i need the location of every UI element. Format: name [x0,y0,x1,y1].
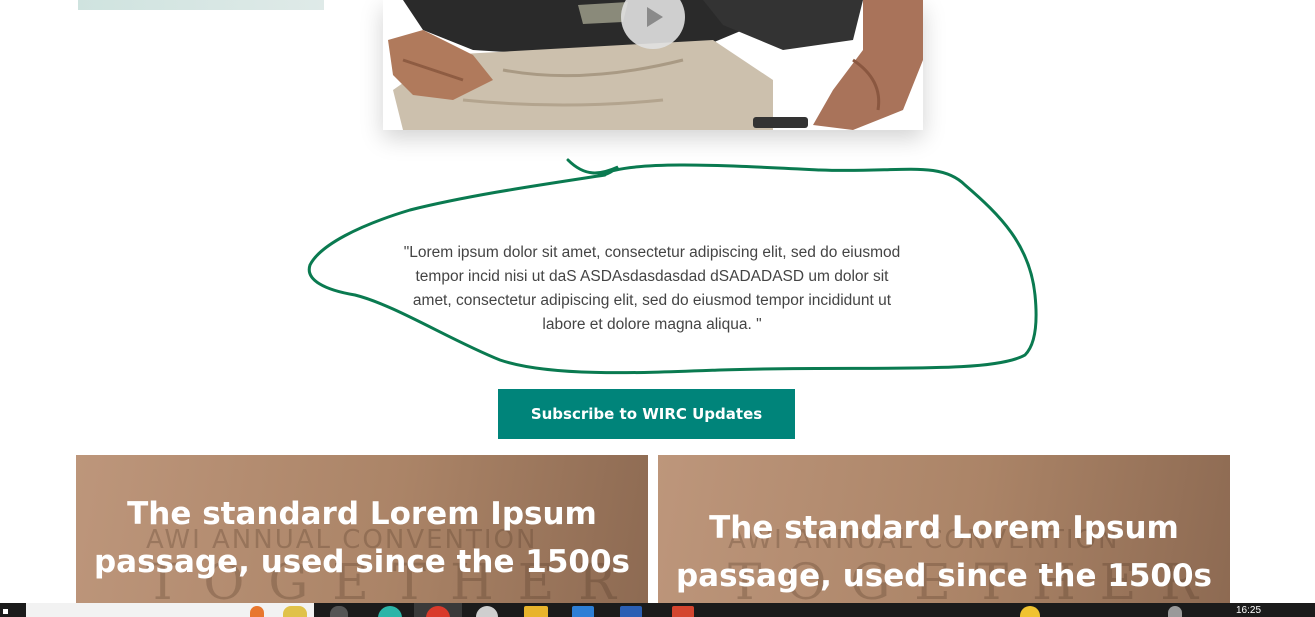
taskbar-search-box[interactable] [26,603,314,617]
obs-icon[interactable] [476,606,498,617]
promo-title: The standard Lorem Ipsum passage, used s… [93,496,631,580]
task-view-icon[interactable] [330,606,348,617]
word-icon[interactable] [620,606,642,617]
testimonial-quote: "Lorem ipsum dolor sit amet, consectetur… [403,244,901,333]
promo-title: The standard Lorem Ipsum passage, used s… [675,510,1213,594]
store-icon[interactable] [572,606,594,617]
windows-taskbar: 16:25 [0,603,1315,617]
subscribe-button[interactable]: Subscribe to WIRC Updates [498,389,795,439]
network-icon[interactable] [1168,606,1182,617]
weather-icon[interactable] [1020,606,1040,617]
folder-icon[interactable] [283,606,307,617]
app-icon[interactable] [672,606,694,617]
promo-card[interactable]: AWI ANNUAL CONVENTION TOGETHER The stand… [658,455,1230,617]
side-image [78,0,324,10]
edge-icon[interactable] [378,606,402,617]
video-card[interactable] [383,0,923,130]
file-explorer-icon[interactable] [524,606,548,617]
app-icon[interactable] [250,606,264,617]
start-icon[interactable] [0,605,18,617]
promo-card[interactable]: AWI ANNUAL CONVENTION TOGETHER The stand… [76,455,648,617]
taskbar-clock[interactable]: 16:25 [1236,605,1261,616]
